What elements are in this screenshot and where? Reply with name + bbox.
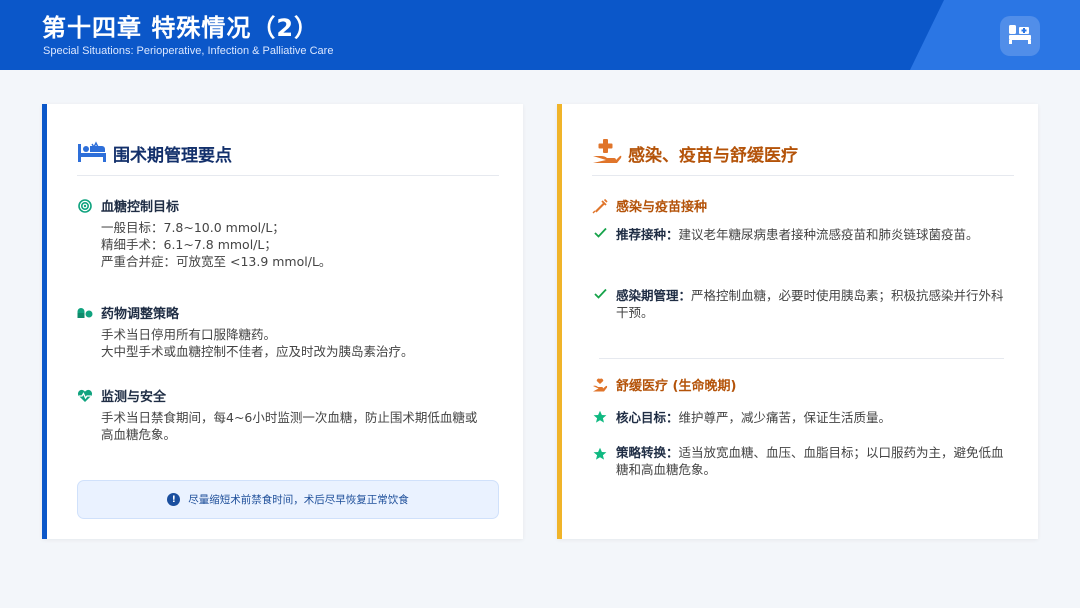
glucose-target-line: 一般目标：7.8~10.0 mmol/L； (101, 220, 285, 235)
section-divider (599, 358, 1004, 359)
hand-holding-heart-icon (592, 377, 608, 393)
header-slant-decoration (910, 0, 1080, 70)
infection-palliative-card-title: 感染、疫苗与舒缓医疗 (628, 146, 798, 166)
monitoring-title: 监测与安全 (101, 390, 167, 405)
infection-vaccine-subtitle: 感染与疫苗接种 (592, 196, 707, 215)
drug-adjust-line: 大中型手术或血糖控制不佳者，应及时改为胰岛素治疗。 (101, 344, 414, 359)
monitoring-line: 高血糖危象。 (101, 427, 177, 442)
vaccine-recommend-text: 建议老年糖尿病患者接种流感疫苗和肺炎链球菌疫苗。 (678, 227, 979, 242)
strategy-shift-label: 策略转换： (616, 445, 679, 460)
palliative-title: 舒缓医疗 (生命晚期) (616, 379, 737, 394)
hand-medical-icon (592, 138, 622, 169)
palliative-subtitle: 舒缓医疗 (生命晚期) (592, 375, 736, 394)
target-icon (77, 198, 93, 214)
monitoring-line: 手术当日禁食期间，每4~6小时监测一次血糖，防止围术期低血糖或 (101, 410, 478, 425)
infection-management-item: 感染期管理：严格控制血糖，必要时使用胰岛素；积极抗感染并行外科干预。 (592, 287, 1016, 321)
page-subtitle: Special Situations: Perioperative, Infec… (43, 45, 334, 57)
syringe-icon (592, 198, 608, 214)
core-goal-text: 维护尊严，减少痛苦，保证生活质量。 (678, 410, 892, 425)
glucose-target-line: 精细手术：6.1~7.8 mmol/L； (101, 237, 277, 252)
monitoring-section: 监测与安全 手术当日禁食期间，每4~6小时监测一次血糖，防止围术期低血糖或 高血… (77, 386, 499, 443)
pills-icon (77, 305, 93, 321)
infection-vaccine-title: 感染与疫苗接种 (616, 200, 708, 215)
glucose-target-title: 血糖控制目标 (101, 200, 180, 215)
star-icon (592, 447, 608, 461)
strategy-shift-item: 策略转换：适当放宽血糖、血压、血脂目标；以口服药为主，避免低血糖和高血糖危象。 (592, 444, 1016, 478)
exclamation-icon: ! (167, 493, 181, 506)
vaccine-recommend-label: 推荐接种： (616, 227, 679, 242)
content-area: 围术期管理要点 血糖控制目标 一般目标：7.8~10.0 mmol/L； 精细手… (0, 70, 1080, 608)
vaccine-recommend-item: 推荐接种：建议老年糖尿病患者接种流感疫苗和肺炎链球菌疫苗。 (592, 226, 1016, 243)
fasting-note-text: 尽量缩短术前禁食时间，术后尽早恢复正常饮食 (188, 494, 409, 506)
hospital-bed-icon (77, 140, 107, 167)
star-icon (592, 410, 608, 424)
core-goal-label: 核心目标： (616, 410, 679, 425)
check-icon (592, 227, 608, 238)
page-title: 第十四章 特殊情况（2） (42, 14, 320, 42)
infection-palliative-card: 感染、疫苗与舒缓医疗 感染与疫苗接种 推荐接种：建议老年糖尿病患者接种流感疫苗和… (557, 104, 1038, 539)
fasting-note: ! 尽量缩短术前禁食时间，术后尽早恢复正常饮食 (77, 480, 499, 519)
perioperative-card-header: 围术期管理要点 (77, 132, 499, 176)
core-goal-item: 核心目标：维护尊严，减少痛苦，保证生活质量。 (592, 409, 1016, 426)
hospital-bed-icon (1008, 23, 1032, 49)
header-logo (1000, 16, 1040, 56)
drug-adjust-section: 药物调整策略 手术当日停用所有口服降糖药。 大中型手术或血糖控制不佳者，应及时改… (77, 303, 499, 360)
glucose-target-section: 血糖控制目标 一般目标：7.8~10.0 mmol/L； 精细手术：6.1~7.… (77, 196, 499, 270)
drug-adjust-title: 药物调整策略 (101, 307, 180, 322)
infection-management-label: 感染期管理： (616, 288, 692, 303)
page-header: 第十四章 特殊情况（2） Special Situations: Periope… (0, 0, 1080, 70)
glucose-target-line: 严重合并症：可放宽至 <13.9 mmol/L。 (101, 254, 332, 269)
check-icon (592, 288, 608, 299)
perioperative-card: 围术期管理要点 血糖控制目标 一般目标：7.8~10.0 mmol/L； 精细手… (42, 104, 523, 539)
heartbeat-icon (77, 388, 93, 404)
infection-palliative-card-header: 感染、疫苗与舒缓医疗 (592, 132, 1014, 176)
perioperative-card-title: 围术期管理要点 (113, 146, 232, 166)
drug-adjust-line: 手术当日停用所有口服降糖药。 (101, 327, 277, 342)
